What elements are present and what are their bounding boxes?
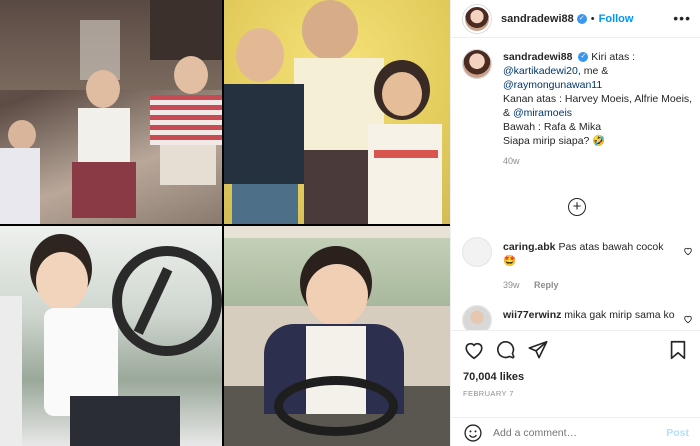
caption-line1: Kiri atas : (591, 51, 636, 63)
comment-timestamp[interactable]: 39w (503, 280, 520, 290)
follow-button[interactable]: Follow (599, 13, 634, 25)
caption-text: sandradewi88 ✓ Kiri atas : @kartikadewi2… (503, 50, 693, 148)
comment-body: Pas atas bawah cocok (558, 241, 664, 253)
caption-line5: Bawah : Rafa & Mika (503, 121, 602, 133)
author-username[interactable]: sandradewi88 (501, 13, 574, 25)
post-header: sandradewi88 ✓ • Follow ••• (451, 0, 700, 38)
like-heart-icon[interactable] (463, 339, 485, 361)
post-date[interactable]: FEBRUARY 7 (463, 389, 514, 398)
comment-body: mika gak mirip sama ko (564, 309, 675, 321)
photo-bottom-left (0, 226, 222, 446)
comment-meta: 39w Reply (503, 280, 571, 290)
save-bookmark-icon[interactable] (667, 339, 689, 361)
caption-line2: , me & (577, 65, 609, 77)
comment-emoji: 🤩 (503, 255, 517, 267)
caption-line6: Siapa mirip siapa? 🤣 (503, 135, 606, 147)
comment-bubble-icon[interactable] (495, 339, 517, 361)
mention-link[interactable]: @raymongunawan11 (503, 79, 602, 91)
caption-username[interactable]: sandradewi88 (503, 51, 572, 63)
post-caption: sandradewi88 ✓ Kiri atas : @kartikadewi2… (463, 50, 695, 166)
photo-bottom-right (224, 226, 450, 446)
likes-count[interactable]: 70,004 likes (463, 371, 524, 383)
header-separator: • (590, 12, 595, 25)
action-icons (463, 339, 549, 361)
add-comment-input[interactable] (493, 426, 653, 439)
more-options-icon[interactable]: ••• (673, 10, 691, 26)
author-avatar[interactable] (463, 4, 491, 33)
emoji-smiley-icon[interactable] (463, 423, 483, 443)
post-actions: 70,004 likes FEBRUARY 7 Post (451, 330, 700, 446)
reply-button[interactable]: Reply (534, 280, 559, 290)
caption-author-avatar[interactable] (463, 50, 491, 78)
mention-link[interactable]: @miramoeis (513, 107, 572, 119)
verified-badge-icon: ✓ (576, 13, 587, 24)
commenter-username[interactable]: caring.abk (503, 241, 556, 253)
commenter-avatar[interactable] (463, 238, 491, 266)
commenter-username[interactable]: wii77erwinz (503, 309, 561, 321)
post-sidebar: sandradewi88 ✓ • Follow ••• sandradewi88… (450, 0, 700, 446)
photo-top-left (0, 0, 222, 224)
add-comment-bar: Post (451, 417, 700, 446)
share-paper-plane-icon[interactable] (527, 339, 549, 361)
comment-text: caring.abk Pas atas bawah cocok 🤩 (503, 240, 678, 268)
mention-link[interactable]: @kartikadewi20 (503, 65, 578, 77)
post-media[interactable] (0, 0, 450, 446)
photo-top-right (224, 0, 450, 224)
verified-badge-icon: ✓ (578, 52, 589, 63)
like-comment-heart-icon[interactable] (683, 314, 693, 324)
caption-line4: & (503, 107, 511, 119)
caption-line3: Kanan atas : Harvey Moeis, Alfrie Moeis, (503, 93, 693, 105)
like-comment-heart-icon[interactable] (683, 246, 693, 256)
post-comment-button[interactable]: Post (666, 427, 689, 439)
caption-timestamp[interactable]: 40w (503, 156, 695, 166)
load-more-comments-button[interactable]: + (568, 198, 586, 216)
comment-text: wii77erwinz mika gak mirip sama ko (503, 308, 678, 322)
